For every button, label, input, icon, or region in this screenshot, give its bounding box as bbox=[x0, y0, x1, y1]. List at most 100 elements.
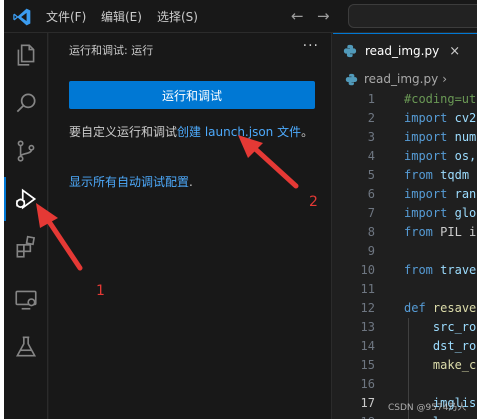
code-line[interactable]: 7 import glo bbox=[333, 204, 477, 223]
code-line[interactable]: 1 #coding=ut bbox=[333, 90, 477, 109]
code-token: from bbox=[404, 225, 433, 239]
line-number: 2 bbox=[367, 111, 375, 125]
code-text: from PIL i bbox=[404, 223, 476, 242]
show-all-configs: 显示所有自动调试配置. bbox=[69, 173, 193, 190]
code-line[interactable]: 6 import ran bbox=[333, 185, 477, 204]
code-line[interactable]: 11 bbox=[333, 280, 477, 299]
close-icon[interactable]: × bbox=[449, 44, 460, 59]
code-token: os, bbox=[454, 149, 477, 163]
code-line[interactable]: 8 from PIL i bbox=[333, 223, 477, 242]
python-file-icon bbox=[343, 44, 357, 58]
code-text: import cv2 bbox=[404, 109, 476, 128]
source-control-icon[interactable] bbox=[4, 129, 48, 173]
code-token: from bbox=[404, 263, 433, 277]
title-bar: 文件(F) 编辑(E) 选择(S) ← → bbox=[4, 0, 477, 33]
line-number: 3 bbox=[367, 130, 375, 144]
watermark: CSDN @9574乃人 bbox=[388, 403, 467, 413]
code-line[interactable]: 3 import num bbox=[333, 128, 477, 147]
code-token: tqdm bbox=[440, 168, 470, 182]
code-text: #coding=ut bbox=[404, 90, 476, 109]
launch-json-help: 要自定义运行和调试创建 launch.json 文件。 bbox=[69, 123, 319, 141]
command-center[interactable] bbox=[348, 4, 477, 28]
line-number: 13 bbox=[360, 320, 375, 334]
code-token: #coding=ut bbox=[404, 92, 477, 106]
code-line[interactable]: 12 def resave bbox=[333, 299, 477, 318]
line-number: 7 bbox=[367, 206, 375, 220]
code-token: resave bbox=[432, 301, 477, 315]
code-text: src_ro bbox=[404, 318, 476, 337]
run-debug-panel: 运行和调试: 运行 ··· 运行和调试 要自定义运行和调试创建 launch.j… bbox=[49, 33, 332, 419]
annotation-label-1: 1 bbox=[96, 283, 105, 299]
help-prefix: 要自定义运行和调试 bbox=[69, 125, 178, 139]
code-text: import os, bbox=[404, 147, 476, 166]
code-token: import bbox=[404, 187, 448, 201]
code-text: l bbox=[404, 413, 440, 419]
line-number: 8 bbox=[367, 225, 375, 239]
code-line[interactable]: 15 make_c bbox=[333, 356, 477, 375]
show-all-configs-link[interactable]: 显示所有自动调试配置 bbox=[69, 175, 189, 189]
breadcrumb-file[interactable]: read_img.py bbox=[364, 72, 438, 86]
extensions-icon[interactable] bbox=[4, 225, 48, 269]
code-token: import bbox=[404, 206, 448, 220]
tab-read-img[interactable]: read_img.py × bbox=[333, 33, 477, 68]
code-line[interactable]: 13 src_ro bbox=[333, 318, 477, 337]
line-number: 18 bbox=[333, 413, 375, 419]
run-and-debug-button[interactable]: 运行和调试 bbox=[69, 81, 315, 109]
line-number: 12 bbox=[360, 301, 375, 315]
more-actions-icon[interactable]: ··· bbox=[303, 38, 319, 54]
code-token: import bbox=[404, 130, 448, 144]
code-text: def resave bbox=[404, 299, 476, 318]
code-token: make_c bbox=[432, 358, 477, 372]
code-line[interactable]: 9 bbox=[333, 242, 477, 261]
code-line[interactable]: 4 import os, bbox=[333, 147, 477, 166]
code-text: import num bbox=[404, 128, 476, 147]
code-token: import bbox=[404, 111, 448, 125]
breadcrumb: read_img.py › bbox=[333, 68, 477, 90]
annotation-label-2: 2 bbox=[309, 194, 318, 210]
code-token: src_ro bbox=[432, 320, 477, 334]
testing-icon[interactable] bbox=[4, 325, 48, 369]
help-suffix: 。 bbox=[301, 125, 314, 139]
code-line[interactable]: 5 from tqdm bbox=[333, 166, 477, 185]
remote-explorer-icon[interactable] bbox=[4, 277, 48, 321]
code-line[interactable]: 16 bbox=[333, 375, 477, 394]
code-line[interactable]: 14 dst_ro bbox=[333, 337, 477, 356]
menu-edit[interactable]: 编辑(E) bbox=[101, 8, 142, 25]
vscode-logo-icon bbox=[13, 8, 31, 26]
explorer-icon[interactable] bbox=[4, 33, 48, 77]
code-text: dst_ro bbox=[404, 337, 476, 356]
code-token: ran bbox=[454, 187, 477, 201]
code-token: num bbox=[454, 130, 477, 144]
code-text: from tqdm bbox=[404, 166, 469, 185]
menu-file[interactable]: 文件(F) bbox=[46, 8, 86, 25]
search-icon[interactable] bbox=[4, 81, 48, 125]
code-line[interactable]: 10 from trave bbox=[333, 261, 477, 280]
run-debug-icon[interactable] bbox=[4, 177, 48, 221]
code-token: cv2 bbox=[454, 111, 477, 125]
forward-arrow-icon[interactable]: → bbox=[317, 7, 330, 25]
code-line[interactable]: 18 l bbox=[333, 413, 477, 419]
activity-bar bbox=[4, 33, 48, 419]
code-text: import glo bbox=[404, 204, 476, 223]
back-arrow-icon[interactable]: ← bbox=[291, 7, 304, 25]
editor: read_img.py × read_img.py › 1 #coding=ut 2… bbox=[333, 33, 477, 419]
line-number: 17 bbox=[360, 396, 375, 410]
create-launch-json-link[interactable]: 创建 launch.json 文件 bbox=[177, 125, 301, 139]
code-area[interactable]: 1 #coding=ut 2 import cv2 3 import num 4 import… bbox=[333, 90, 477, 419]
code-line[interactable]: 2 import cv2 bbox=[333, 109, 477, 128]
code-text: from trave bbox=[404, 261, 476, 280]
line-number: 9 bbox=[367, 244, 375, 258]
code-token: def bbox=[404, 301, 426, 315]
line-number: 14 bbox=[360, 339, 375, 353]
code-token: dst_ro bbox=[432, 339, 477, 353]
menu-selection[interactable]: 选择(S) bbox=[157, 8, 198, 25]
code-text: make_c bbox=[404, 356, 476, 375]
